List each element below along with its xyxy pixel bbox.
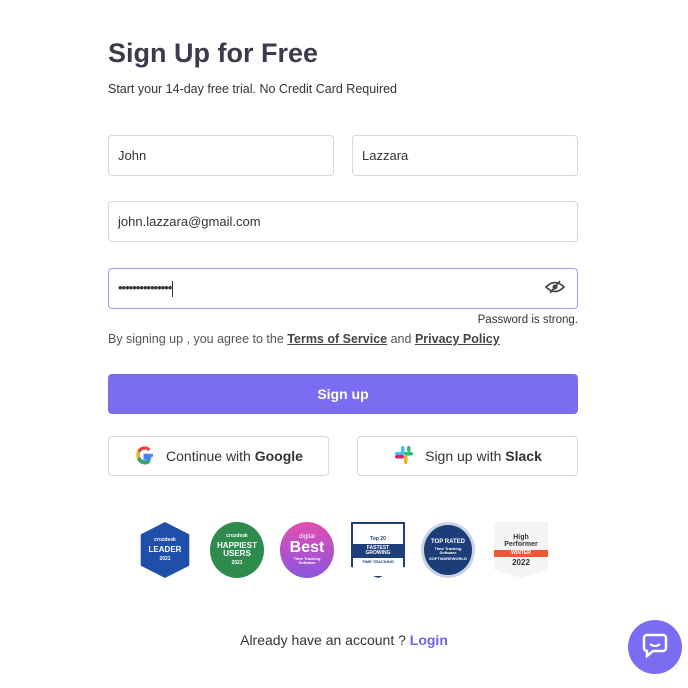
terms-of-service-link[interactable]: Terms of Service [287, 332, 387, 346]
chat-bubble-icon [642, 632, 668, 663]
password-value: ••••••••••••••• [118, 280, 172, 296]
chat-widget-button[interactable] [628, 620, 682, 674]
eye-slash-icon[interactable] [544, 280, 566, 297]
page-title: Sign Up for Free [108, 38, 319, 68]
google-label: Continue with Google [166, 448, 303, 464]
email-value: john.lazzara@gmail.com [118, 214, 261, 229]
google-icon [134, 444, 156, 469]
crozdesk-leader-badge: crozdesk LEADER 2021 [140, 522, 190, 578]
login-prompt: Already have an account ? Login [0, 632, 688, 648]
terms-and: and [387, 332, 415, 346]
slack-label: Sign up with Slack [425, 448, 542, 464]
terms-text: By signing up , you agree to the Terms o… [108, 332, 500, 346]
page-subtitle: Start your 14-day free trial. No Credit … [108, 82, 398, 96]
slack-icon [393, 444, 415, 469]
text-caret [172, 280, 174, 297]
last-name-input[interactable]: Lazzara [352, 135, 578, 176]
password-input[interactable]: ••••••••••••••• [108, 268, 578, 309]
crozdesk-happiest-users-badge: crozdesk HAPPIEST USERS 2021 [210, 522, 264, 578]
softwareworld-top-rated-badge: TOP RATED Time Tracking Software SOFTWAREW… [421, 522, 475, 578]
privacy-policy-link[interactable]: Privacy Policy [415, 332, 500, 346]
password-strength-text: Password is strong. [477, 314, 578, 326]
login-prompt-text: Already have an account ? [240, 632, 410, 648]
terms-prefix: By signing up , you agree to the [108, 332, 288, 346]
slack-signup-button[interactable]: Sign up with Slack [357, 436, 578, 476]
last-name-value: Lazzara [362, 148, 409, 163]
first-name-input[interactable]: John [108, 135, 334, 176]
first-name-value: John [118, 148, 147, 163]
login-link[interactable]: Login [410, 632, 448, 648]
digital-best-badge: digital Best Time Tracking Software [280, 522, 334, 578]
email-input[interactable]: john.lazzara@gmail.com [108, 201, 578, 242]
fastest-growing-badge: Top 20 FASTEST GROWING TIME TRACKING [351, 522, 405, 578]
sign-up-button[interactable]: Sign up [108, 374, 578, 414]
google-signup-button[interactable]: Continue with Google [108, 436, 329, 476]
g2-high-performer-badge: High Performer WINTER 2022 [494, 522, 548, 578]
